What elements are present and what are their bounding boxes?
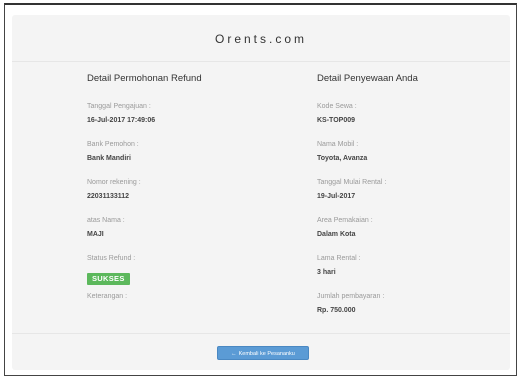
field-label: Tanggal Mulai Rental : — [317, 179, 387, 186]
field-account-number: Nomor rekening : 22031133112 — [87, 178, 287, 216]
field-rental-duration: Lama Rental : 3 hari — [317, 254, 507, 292]
field-value: Dalam Kota — [317, 231, 356, 238]
field-payment-amount: Jumlah pembayaran : Rp. 750.000 — [317, 292, 507, 330]
field-value: Rp. 750.000 — [317, 307, 356, 314]
field-rental-start-date: Tanggal Mulai Rental : 19-Jul-2017 — [317, 178, 507, 216]
field-value: 3 hari — [317, 269, 336, 276]
field-label: Jumlah pembayaran : — [317, 293, 385, 300]
field-bank: Bank Pemohon : Bank Mandiri — [87, 140, 287, 178]
field-value: KS-TOP009 — [317, 117, 355, 124]
field-label: Keterangan : — [87, 293, 128, 300]
refund-detail-column: Detail Permohonan Refund Tanggal Pengaju… — [87, 73, 287, 330]
field-submission-date: Tanggal Pengajuan : 16-Jul-2017 17:49:06 — [87, 102, 287, 140]
field-refund-status: Status Refund : SUKSES — [87, 254, 287, 292]
field-car-name: Nama Mobil : Toyota, Avanza — [317, 140, 507, 178]
field-value: 22031133112 — [87, 193, 130, 200]
field-usage-area: Area Pemakaian : Dalam Kota — [317, 216, 507, 254]
refund-detail-card: Orents.com Detail Permohonan Refund Tang… — [12, 15, 510, 370]
field-value: MAJI — [87, 231, 104, 238]
field-label: Lama Rental : — [317, 255, 361, 262]
field-label: Tanggal Pengajuan : — [87, 103, 151, 110]
arrow-left-icon: ← — [231, 351, 237, 357]
field-note: Keterangan : — [87, 292, 287, 330]
field-rental-code: Kode Sewa : KS-TOP009 — [317, 102, 507, 140]
field-label: Kode Sewa : — [317, 103, 357, 110]
field-account-name: atas Nama : MAJI — [87, 216, 287, 254]
field-label: Area Pemakaian : — [317, 217, 373, 224]
field-value: 16-Jul-2017 17:49:06 — [87, 117, 156, 124]
field-value: 19-Jul-2017 — [317, 193, 356, 200]
field-label: Nama Mobil : — [317, 141, 359, 148]
rental-detail-column: Detail Penyewaan Anda Kode Sewa : KS-TOP… — [317, 73, 507, 330]
field-value: Bank Mandiri — [87, 155, 131, 162]
field-value: Toyota, Avanza — [317, 155, 368, 162]
field-label: Status Refund : — [87, 255, 136, 262]
footer-divider — [12, 333, 510, 334]
field-label: atas Nama : — [87, 217, 125, 224]
browser-frame: Orents.com Detail Permohonan Refund Tang… — [4, 3, 517, 376]
back-to-orders-button[interactable]: ← Kembali ke Pesananku — [217, 346, 309, 360]
rental-detail-heading: Detail Penyewaan Anda — [317, 73, 418, 84]
field-label: Nomor rekening : — [87, 179, 141, 186]
refund-detail-heading: Detail Permohonan Refund — [87, 73, 202, 84]
back-button-label: Kembali ke Pesananku — [238, 351, 295, 357]
card-header: Orents.com — [12, 15, 510, 62]
field-label: Bank Pemohon : — [87, 141, 139, 148]
status-badge: SUKSES — [87, 273, 130, 285]
site-title: Orents.com — [214, 32, 307, 46]
